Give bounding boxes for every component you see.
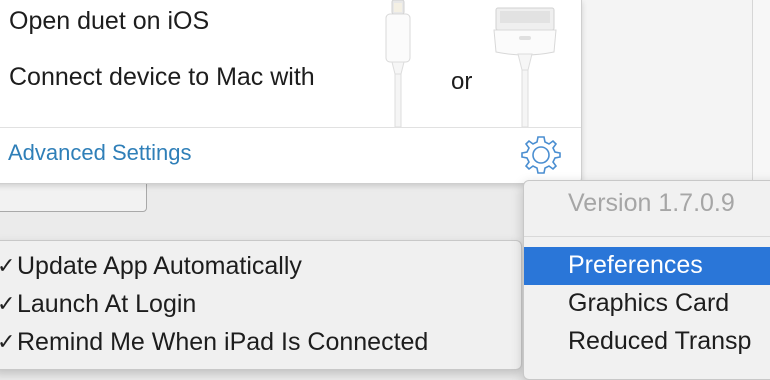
menu-item-preferences[interactable]: Preferences xyxy=(524,247,770,285)
menu-item-reduced-transparency[interactable]: Reduced Transp xyxy=(524,323,770,361)
advanced-settings-link[interactable]: Advanced Settings xyxy=(8,140,191,166)
or-label: or xyxy=(451,68,473,95)
connect-instruction: Connect device to Mac with xyxy=(9,63,315,91)
menu-separator xyxy=(524,236,770,237)
checkmark-icon: ✓ xyxy=(0,253,16,278)
settings-checkbox-menu: ✓ Update App Automatically ✓ Launch At L… xyxy=(0,240,522,370)
lightning-cable-icon xyxy=(385,0,411,127)
connect-popup: Open duet on iOS Connect device to Mac w… xyxy=(0,0,582,184)
menu-item-label: Remind Me When iPad Is Connected xyxy=(17,328,429,356)
background-edge xyxy=(753,0,770,180)
open-instruction: Open duet on iOS xyxy=(9,7,210,35)
menu-item-graphics-card[interactable]: Graphics Card xyxy=(524,285,770,323)
30-pin-cable-icon xyxy=(493,7,557,127)
gear-icon[interactable] xyxy=(520,134,562,176)
version-label: Version 1.7.0.9 xyxy=(568,189,735,217)
menu-item-launch-at-login[interactable]: ✓ Launch At Login xyxy=(0,286,513,324)
menu-item-update-app[interactable]: ✓ Update App Automatically xyxy=(0,248,513,286)
menu-item-label: Preferences xyxy=(568,251,703,279)
checkmark-icon: ✓ xyxy=(0,329,16,354)
checkmark-icon: ✓ xyxy=(0,291,16,316)
menu-item-label: Update App Automatically xyxy=(17,252,302,280)
menu-item-remind-ipad[interactable]: ✓ Remind Me When iPad Is Connected xyxy=(0,324,513,362)
popup-divider xyxy=(0,127,581,128)
menu-item-label: Launch At Login xyxy=(17,290,197,318)
menu-item-label: Graphics Card xyxy=(568,289,730,317)
menu-item-label: Reduced Transp xyxy=(568,327,752,355)
gear-context-menu: Version 1.7.0.9 Preferences Graphics Car… xyxy=(523,180,770,380)
